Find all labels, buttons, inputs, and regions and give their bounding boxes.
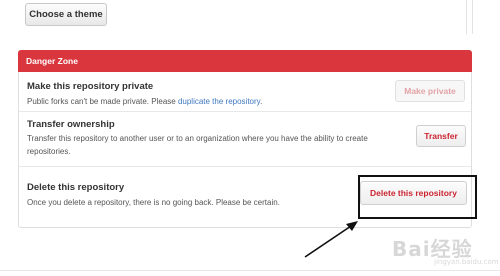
make-private-desc-text: Public forks can't be made private. Plea… xyxy=(27,97,178,106)
make-private-desc-suffix: . xyxy=(260,97,263,106)
transfer-button[interactable]: Transfer xyxy=(416,125,466,147)
make-private-row: Make this repository private Public fork… xyxy=(19,72,471,112)
make-private-button[interactable]: Make private xyxy=(395,80,465,102)
make-private-description: Public forks can't be made private. Plea… xyxy=(27,95,262,108)
watermark-url: jingyan.baidu.com xyxy=(434,258,499,266)
highlight-box xyxy=(358,175,477,219)
divider xyxy=(472,0,473,34)
baidu-watermark: Bai经验 jingyan.baidu.com xyxy=(382,228,500,272)
make-private-title: Make this repository private xyxy=(27,81,154,92)
transfer-ownership-title: Transfer ownership xyxy=(27,119,115,130)
divider xyxy=(466,0,467,34)
choose-theme-button[interactable]: Choose a theme xyxy=(25,3,107,26)
danger-zone-header: Danger Zone xyxy=(18,50,472,72)
delete-repository-description: Once you delete a repository, there is n… xyxy=(27,198,280,207)
delete-repository-title: Delete this repository xyxy=(27,182,125,193)
transfer-ownership-description: Transfer this repository to another user… xyxy=(27,134,368,156)
transfer-ownership-row: Transfer ownership Transfer this reposit… xyxy=(19,112,471,167)
top-area: Choose a theme xyxy=(0,0,500,34)
duplicate-repository-link[interactable]: duplicate the repository xyxy=(178,97,260,106)
